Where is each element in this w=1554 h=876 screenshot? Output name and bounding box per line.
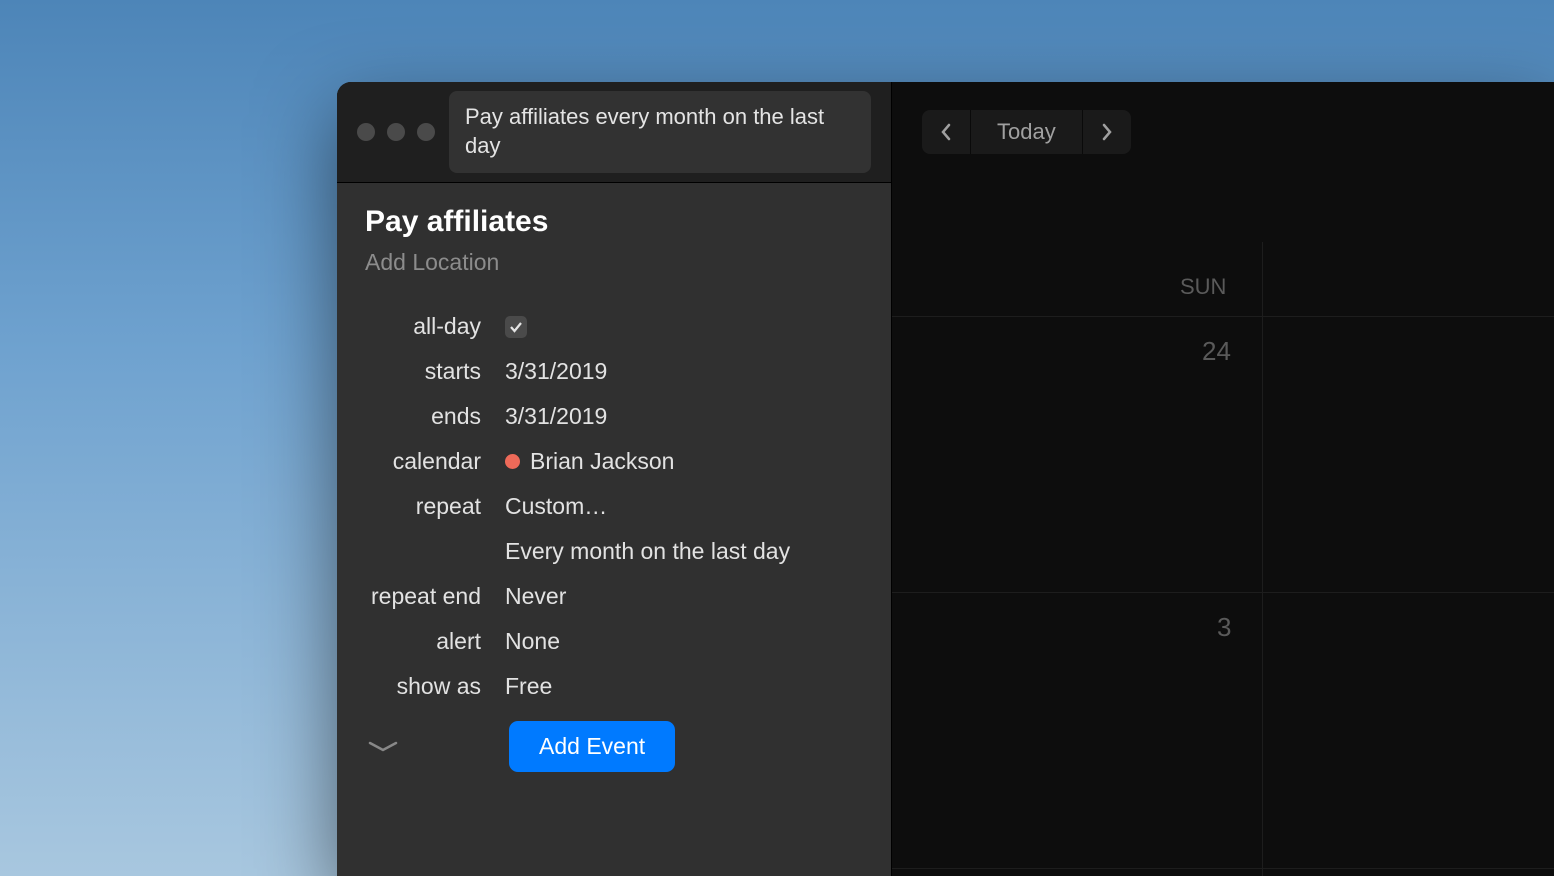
calendar-pane: Today SUN 24 3 10 [892, 82, 1554, 876]
calendar-row: calendar Brian Jackson [337, 439, 891, 484]
repeat-end-row: repeat end Never [337, 574, 891, 619]
window-titlebar: Pay affiliates every month on the last d… [337, 82, 891, 182]
repeat-label: repeat [365, 493, 505, 520]
repeat-detail-value: Every month on the last day [505, 538, 790, 565]
allday-row: all-day [337, 304, 891, 349]
close-window-button[interactable] [357, 123, 375, 141]
allday-label: all-day [365, 313, 505, 340]
zoom-window-button[interactable] [417, 123, 435, 141]
starts-label: starts [365, 358, 505, 385]
repeat-end-value[interactable]: Never [505, 583, 566, 610]
chevron-left-icon [940, 123, 952, 141]
alert-value[interactable]: None [505, 628, 560, 655]
calendar-label: calendar [365, 448, 505, 475]
starts-row: starts 3/31/2019 [337, 349, 891, 394]
grid-line [1262, 242, 1263, 876]
event-location-field[interactable]: Add Location [337, 249, 891, 304]
chevron-right-icon [1101, 123, 1113, 141]
repeat-detail-row: Every month on the last day [337, 529, 891, 574]
showas-value[interactable]: Free [505, 673, 552, 700]
today-button[interactable]: Today [971, 110, 1083, 154]
showas-label: show as [365, 673, 505, 700]
ends-value[interactable]: 3/31/2019 [505, 403, 607, 430]
prev-button[interactable] [922, 110, 971, 154]
chevron-down-icon [366, 740, 400, 754]
day-cell-date[interactable]: 3 [1217, 612, 1231, 643]
starts-value[interactable]: 3/31/2019 [505, 358, 607, 385]
expand-details-handle[interactable] [365, 740, 401, 754]
event-details-panel: Pay affiliates Add Location all-day star… [337, 182, 891, 876]
calendar-value[interactable]: Brian Jackson [505, 448, 674, 475]
repeat-value[interactable]: Custom… [505, 493, 607, 520]
day-cell-date[interactable]: 24 [1202, 336, 1231, 367]
minimize-window-button[interactable] [387, 123, 405, 141]
repeat-end-label: repeat end [365, 583, 505, 610]
day-header-sun: SUN [1180, 274, 1226, 300]
date-nav-segment: Today [922, 110, 1131, 154]
showas-row: show as Free [337, 664, 891, 709]
checkmark-icon [509, 320, 523, 334]
repeat-row: repeat Custom… [337, 484, 891, 529]
calendar-grid[interactable]: SUN 24 3 10 [892, 242, 1554, 876]
grid-line [892, 868, 1554, 869]
calendar-color-dot-icon [505, 454, 520, 469]
grid-line [892, 316, 1554, 317]
allday-checkbox[interactable] [505, 316, 527, 338]
button-row: Add Event [337, 709, 891, 772]
quick-event-input[interactable]: Pay affiliates every month on the last d… [449, 91, 871, 172]
event-title-field[interactable]: Pay affiliates [337, 205, 891, 249]
calendar-name: Brian Jackson [530, 448, 674, 475]
add-event-button[interactable]: Add Event [509, 721, 675, 772]
event-editor-pane: Pay affiliates every month on the last d… [337, 82, 892, 876]
alert-label: alert [365, 628, 505, 655]
alert-row: alert None [337, 619, 891, 664]
window-traffic-lights [357, 123, 435, 141]
ends-row: ends 3/31/2019 [337, 394, 891, 439]
ends-label: ends [365, 403, 505, 430]
calendar-toolbar: Today [892, 82, 1554, 182]
calendar-window: Pay affiliates every month on the last d… [337, 82, 1554, 876]
grid-line [892, 592, 1554, 593]
next-button[interactable] [1083, 110, 1131, 154]
